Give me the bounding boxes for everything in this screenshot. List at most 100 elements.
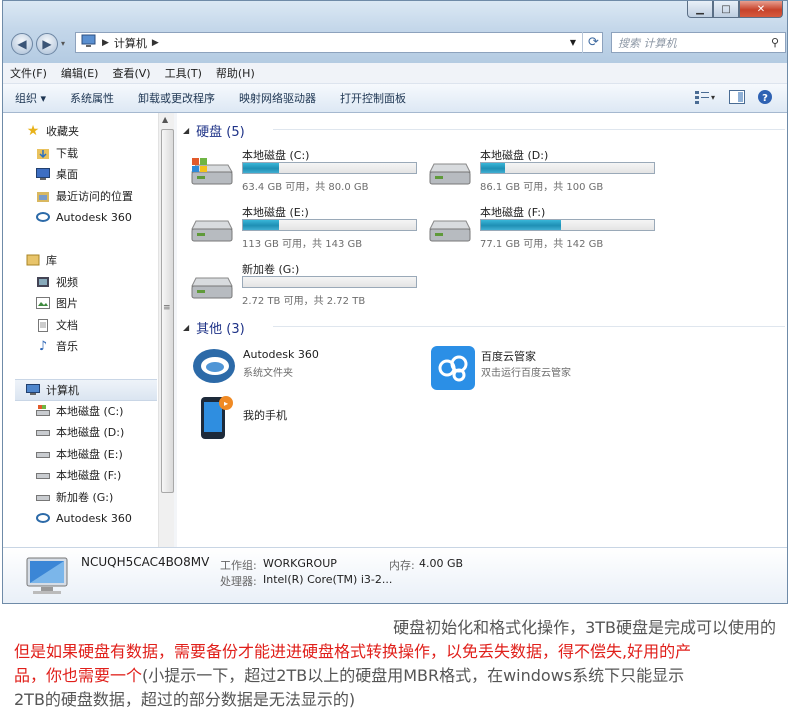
drive-tile-d[interactable]: 本地磁盘 (D:) 86.1 GB 可用，共 100 GB: [423, 148, 655, 196]
nav-library[interactable]: 库: [25, 250, 178, 270]
collapse-icon[interactable]: ◢: [183, 126, 189, 135]
caption-line-4: 2TB的硬盘数据，超过的部分数据是无法显示的): [14, 690, 356, 709]
library-icon: [25, 253, 41, 267]
autodesk-360-item[interactable]: Autodesk 360 系统文件夹: [191, 346, 421, 394]
drive-tile-f[interactable]: 本地磁盘 (F:) 77.1 GB 可用，共 142 GB: [423, 205, 655, 253]
recent-places-icon: [35, 189, 51, 203]
nav-label: 视频: [56, 276, 78, 289]
window-controls: ▁ □ ✕: [687, 1, 783, 18]
search-input[interactable]: 搜索 计算机 ⚲: [611, 32, 786, 53]
system-properties-button[interactable]: 系统属性: [58, 90, 126, 106]
caption-line-3-note: (小提示一下，超过2TB以上的硬盘用MBR格式，在windows系统下只能显示: [142, 666, 685, 685]
details-pane: NCUQH5CAC4BO8MV 工作组: WORKGROUP 内存: 4.00 …: [3, 547, 787, 603]
forward-button[interactable]: ▶: [36, 33, 58, 55]
command-bar: 组织 ▾ 系统属性 卸载或更改程序 映射网络驱动器 打开控制面板 ▾ ?: [3, 84, 787, 113]
drive-usage-fill: [243, 220, 280, 230]
menu-tools[interactable]: 工具(T): [158, 65, 209, 81]
scroll-up-icon[interactable]: ▲: [162, 115, 168, 124]
drive-tile-e[interactable]: 本地磁盘 (E:) 113 GB 可用，共 143 GB: [185, 205, 417, 253]
drive-space-info: 77.1 GB 可用，共 142 GB: [480, 239, 604, 250]
nav-label: 下载: [56, 147, 78, 160]
drive-usage-fill: [481, 163, 506, 173]
back-button[interactable]: ◀: [11, 33, 33, 55]
my-phone-item[interactable]: ▸ 我的手机: [191, 395, 421, 443]
grip-icon: ≡: [163, 303, 171, 313]
collapse-icon[interactable]: ◢: [183, 323, 189, 332]
caption-line-3-red: 品，你也需要一个: [14, 666, 143, 685]
hard-drive-icon: [189, 215, 235, 248]
nav-label: 库: [46, 254, 57, 267]
drive-name: 本地磁盘 (C:): [242, 149, 310, 162]
close-button[interactable]: ✕: [739, 1, 783, 18]
windows-drive-icon: [35, 404, 51, 418]
group-header-other[interactable]: ◢ 其他 (3): [183, 318, 785, 337]
processor-label: 处理器:: [220, 575, 257, 588]
drive-space-info: 113 GB 可用，共 143 GB: [242, 239, 363, 250]
menu-file[interactable]: 文件(F): [3, 65, 54, 81]
document-icon: [35, 318, 51, 332]
downloads-folder-icon: [35, 146, 51, 160]
breadcrumb-separator-icon: ▶: [102, 37, 109, 48]
memory-label: 内存:: [389, 559, 415, 572]
caption-line-2: 但是如果硬盘有数据，需要备份才能进进硬盘格式转换操作，以免丢失数据，得不偿失,好…: [14, 642, 692, 661]
maximize-button[interactable]: □: [713, 1, 739, 18]
computer-icon: [25, 383, 41, 397]
windows-drive-icon: [189, 158, 235, 191]
nav-favorites[interactable]: ★ 收藏夹: [25, 121, 178, 141]
nav-label: 最近访问的位置: [56, 190, 133, 203]
nav-label: 本地磁盘 (D:): [56, 426, 125, 439]
nav-label: 文档: [56, 319, 78, 332]
desktop-icon: [35, 167, 51, 181]
uninstall-program-button[interactable]: 卸载或更改程序: [126, 90, 227, 106]
menu-edit[interactable]: 编辑(E): [54, 65, 106, 81]
workgroup-label: 工作组:: [220, 559, 257, 572]
workgroup-value: WORKGROUP: [263, 557, 337, 570]
address-dropdown-icon[interactable]: ▼: [570, 38, 576, 47]
star-icon: ★: [26, 123, 40, 139]
nav-computer[interactable]: 计算机: [15, 379, 157, 401]
group-title: 硬盘 (5): [196, 125, 245, 140]
computer-monitor-icon: [23, 554, 71, 601]
drive-space-info: 2.72 TB 可用，共 2.72 TB: [242, 296, 366, 307]
drive-name: 本地磁盘 (F:): [480, 206, 546, 219]
menu-help[interactable]: 帮助(H): [209, 65, 262, 81]
computer-icon: [81, 34, 97, 51]
main-pane: ◢ 硬盘 (5) 本地磁盘 (C:) 63.4 GB 可用，共 80.0 GB …: [177, 113, 787, 547]
caption-line-3: 品，你也需要一个(小提示一下，超过2TB以上的硬盘用MBR格式，在windows…: [14, 664, 684, 688]
drive-usage-bar: [480, 219, 655, 231]
baidu-cloud-icon: [431, 346, 475, 393]
group-title: 其他 (3): [196, 322, 245, 337]
breadcrumb-separator-icon: ▶: [151, 37, 159, 48]
drive-name: 本地磁盘 (E:): [242, 206, 309, 219]
nav-label: 桌面: [56, 168, 78, 181]
drive-usage-fill: [243, 163, 280, 173]
baidu-cloud-item[interactable]: 百度云管家 双击运行百度云管家: [429, 346, 659, 394]
refresh-icon[interactable]: ⟳: [582, 32, 604, 53]
view-options-icon[interactable]: ▾: [695, 90, 717, 107]
minimize-button[interactable]: ▁: [687, 1, 713, 18]
arrow-right-icon: ▶: [42, 37, 52, 51]
hard-drive-icon: [35, 447, 51, 461]
nav-label: 本地磁盘 (F:): [56, 469, 122, 482]
menu-bar: 文件(F) 编辑(E) 查看(V) 工具(T) 帮助(H): [3, 63, 787, 84]
map-network-drive-button[interactable]: 映射网络驱动器: [227, 90, 328, 106]
recent-pages-chevron-icon[interactable]: ▾: [61, 39, 65, 48]
open-control-panel-button[interactable]: 打开控制面板: [328, 90, 418, 106]
address-bar[interactable]: ▶ 计算机 ▶ ▼: [75, 32, 603, 53]
help-icon[interactable]: ?: [757, 89, 773, 108]
group-header-drives[interactable]: ◢ 硬盘 (5): [183, 121, 785, 140]
svg-text:?: ?: [762, 93, 768, 104]
hard-drive-icon: [35, 425, 51, 439]
preview-pane-icon[interactable]: [729, 90, 745, 107]
drive-tile-c[interactable]: 本地磁盘 (C:) 63.4 GB 可用，共 80.0 GB: [185, 148, 417, 196]
drive-tile-g[interactable]: 新加卷 (G:) 2.72 TB 可用，共 2.72 TB: [185, 262, 417, 310]
breadcrumb-computer[interactable]: 计算机: [114, 35, 147, 51]
organize-button[interactable]: 组织 ▾: [3, 90, 58, 106]
nav-scrollbar[interactable]: ▲ ≡: [158, 113, 175, 547]
nav-label: 本地磁盘 (E:): [56, 448, 123, 461]
search-placeholder: 搜索 计算机: [618, 36, 677, 50]
autodesk-360-icon: [35, 210, 51, 224]
phone-icon: ▸: [199, 395, 235, 444]
menu-view[interactable]: 查看(V): [105, 65, 157, 81]
drive-name: 新加卷 (G:): [242, 263, 300, 276]
